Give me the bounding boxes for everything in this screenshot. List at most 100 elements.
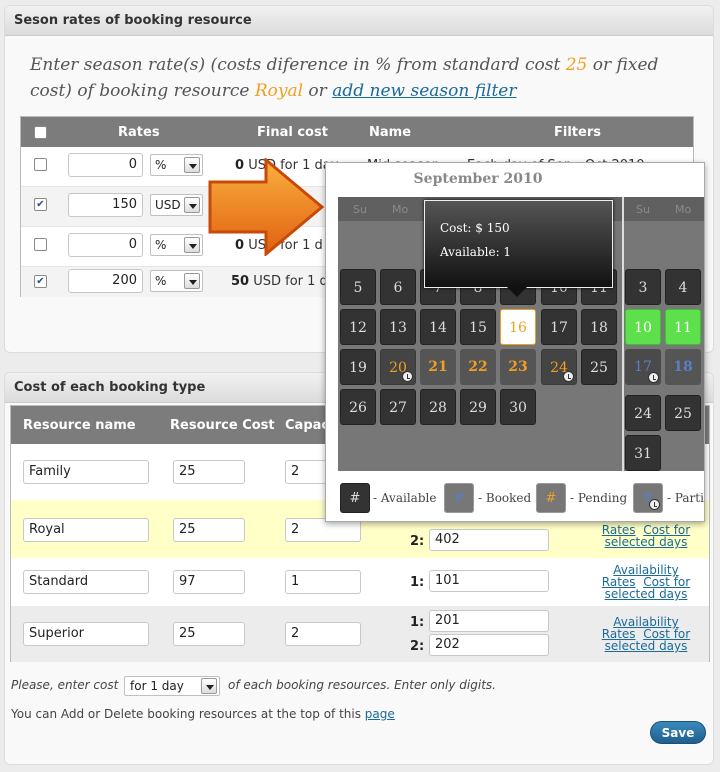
calendar-day[interactable]: 13 — [380, 309, 416, 345]
calendar-day[interactable]: 27 — [380, 389, 416, 425]
rate-input[interactable]: 0 — [68, 233, 143, 257]
row-checkbox[interactable] — [34, 158, 47, 171]
row-checkbox[interactable] — [34, 238, 47, 251]
item-label: 1: — [410, 615, 425, 630]
capacity-input[interactable]: 1 — [285, 570, 361, 594]
calendar-day[interactable]: 17 — [541, 309, 577, 345]
save-button[interactable]: Save — [650, 721, 706, 744]
calendar-day-booked[interactable]: 18 — [665, 349, 701, 385]
calendar-day[interactable]: 29 — [460, 389, 496, 425]
resource-name-input[interactable]: Superior — [23, 622, 149, 646]
legend-booked-swatch: # — [444, 483, 474, 513]
calendar-day[interactable]: 12 — [340, 309, 376, 345]
chevron-down-icon — [184, 197, 200, 213]
month-separator — [622, 197, 624, 471]
rate-input[interactable]: 0 — [68, 153, 143, 177]
resource-cost-input[interactable]: 97 — [173, 570, 245, 594]
weekday-label: Mo — [392, 203, 409, 216]
row-checkbox[interactable]: ✔ — [34, 198, 47, 211]
add-season-filter-link[interactable]: add new season filter — [332, 81, 516, 101]
rate-unit-select[interactable]: USD — [150, 194, 203, 216]
item-cost-input[interactable]: 402 — [429, 529, 549, 551]
rate-unit-select[interactable]: % — [150, 234, 203, 256]
clock-icon — [563, 371, 574, 382]
resource-cost-input[interactable]: 25 — [173, 622, 245, 646]
final-cost: 50 USD for 1 d — [231, 274, 328, 289]
cost-value: 50 — [231, 274, 250, 289]
rate-input[interactable]: 150 — [68, 193, 143, 217]
chevron-down-icon — [184, 273, 200, 289]
resource-links: Availability Rates Cost for selected day… — [596, 564, 696, 600]
cost-period-select[interactable]: for 1 day — [124, 676, 220, 696]
calendar-day[interactable]: 25 — [581, 349, 617, 385]
row-checkbox[interactable]: ✔ — [34, 275, 47, 288]
calendar-day[interactable]: 19 — [340, 349, 376, 385]
calendar-day[interactable]: 25 — [665, 395, 701, 431]
unit-value: % — [155, 274, 167, 288]
chevron-down-icon — [201, 678, 217, 694]
calendar-day-pending[interactable]: 24 — [541, 349, 577, 385]
clock-icon — [649, 499, 660, 510]
calendar-day[interactable]: 5 — [340, 269, 376, 305]
weekday-label: Mo — [675, 203, 692, 216]
select-all-checkbox[interactable] — [34, 126, 47, 139]
calendar-day[interactable]: 4 — [665, 269, 701, 305]
legend-booked-label: - Booked — [478, 491, 532, 505]
calendar-day-available[interactable]: 11 — [665, 309, 701, 345]
resource-cost-input[interactable]: 25 — [173, 518, 245, 542]
item-label: 1: — [410, 575, 425, 590]
intro-part: or — [303, 81, 333, 101]
selected-days-link[interactable]: selected days — [605, 587, 688, 601]
page-link[interactable]: page — [365, 707, 395, 721]
item-label: 2: — [410, 534, 425, 549]
season-rates-title: Seson rates of booking resource — [5, 6, 713, 36]
calendar-day[interactable]: 14 — [420, 309, 456, 345]
legend-partial-swatch: # — [633, 483, 663, 513]
calendar-day-pending[interactable]: 22 — [460, 349, 496, 385]
calendar-day[interactable]: 26 — [340, 389, 376, 425]
final-cost-header: Final cost — [257, 125, 328, 140]
resource-name-input[interactable]: Family — [23, 460, 149, 484]
selected-days-link[interactable]: selected days — [605, 639, 688, 653]
calendar-day[interactable]: 31 — [625, 435, 661, 471]
calendar-day-pending[interactable]: 20 — [380, 349, 416, 385]
calendar-day-booked[interactable]: 17 — [625, 349, 661, 385]
capacity-input[interactable]: 2 — [285, 622, 361, 646]
weekday-label: Su — [636, 203, 650, 216]
legend-available-label: - Available — [373, 491, 437, 505]
resource-name-header: Resource name — [23, 418, 136, 433]
calendar-day-available[interactable]: 10 — [625, 309, 661, 345]
calendar-day[interactable]: 6 — [380, 269, 416, 305]
calendar-day[interactable]: 3 — [625, 269, 661, 305]
calendar-day[interactable]: 18 — [581, 309, 617, 345]
calendar-day[interactable]: 24 — [625, 395, 661, 431]
unit-value: % — [155, 238, 167, 252]
resource-cost-input[interactable]: 25 — [173, 460, 245, 484]
calendar-day[interactable]: 28 — [420, 389, 456, 425]
weekday-label: Su — [353, 203, 367, 216]
rate-unit-select[interactable]: % — [150, 154, 203, 176]
calendar-day[interactable]: 30 — [500, 389, 536, 425]
calendar-day[interactable]: 15 — [460, 309, 496, 345]
item-cost-input[interactable]: 202 — [429, 634, 549, 656]
rate-unit-select[interactable]: % — [150, 270, 203, 292]
calendar-day-pending[interactable]: 23 — [500, 349, 536, 385]
capacity-header: Capac — [285, 418, 330, 433]
rate-input[interactable]: 200 — [68, 269, 143, 293]
resource-name-input[interactable]: Standard — [23, 570, 149, 594]
legend-pending-swatch: # — [536, 483, 566, 513]
item-cost-input[interactable]: 101 — [429, 570, 549, 592]
chevron-down-icon — [184, 237, 200, 253]
calendar-day-selected[interactable]: 16 — [500, 309, 536, 345]
resource-links: Availability Rates Cost for selected day… — [596, 616, 696, 652]
unit-value: % — [155, 158, 167, 172]
season-intro-text: Enter season rate(s) (costs diference in… — [30, 52, 690, 104]
calendar-day-pending[interactable]: 21 — [420, 349, 456, 385]
unit-value: USD — [155, 198, 181, 212]
item-cost-input[interactable]: 201 — [429, 610, 549, 632]
cost-instructions-tail: of each booking resources. Enter only di… — [228, 678, 496, 692]
table-row: Standard 97 1 1: 101 Availability Rates … — [11, 558, 709, 606]
legend-pending-label: - Pending — [570, 491, 628, 505]
resource-name-input[interactable]: Royal — [23, 518, 149, 542]
selected-days-link[interactable]: selected days — [605, 535, 688, 549]
